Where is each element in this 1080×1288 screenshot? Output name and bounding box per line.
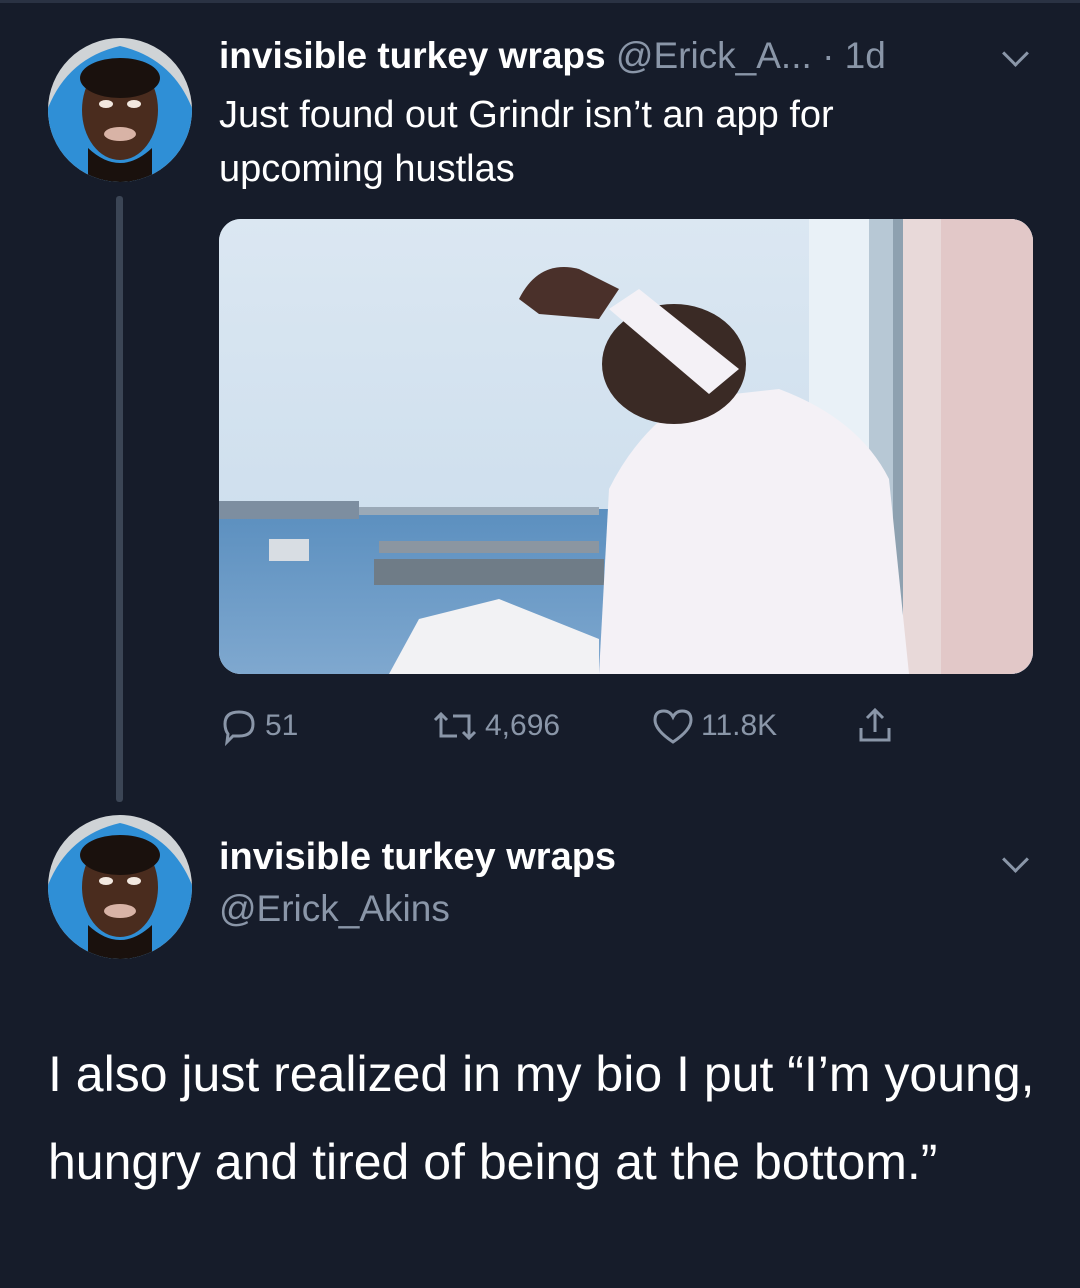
share-icon bbox=[859, 707, 891, 742]
handle[interactable]: @Erick_A... bbox=[616, 35, 812, 76]
tweet-thread-screen: invisible turkey wraps @Erick_A... · 1d … bbox=[0, 0, 1080, 1288]
thread-connector-line bbox=[116, 196, 123, 802]
reply-button[interactable]: 51 bbox=[219, 696, 298, 756]
chevron-down-icon[interactable] bbox=[1002, 846, 1029, 873]
display-name[interactable]: invisible turkey wraps bbox=[219, 834, 616, 880]
avatar[interactable] bbox=[48, 815, 192, 959]
heart-icon bbox=[653, 709, 693, 744]
top-divider bbox=[0, 0, 1080, 3]
display-name[interactable]: invisible turkey wraps bbox=[219, 35, 606, 76]
reply-tweet-text: I also just realized in my bio I put “I’… bbox=[48, 1046, 1035, 1190]
chevron-down-icon[interactable] bbox=[1002, 40, 1029, 67]
tweet-header: invisible turkey wraps @Erick_A... · 1d bbox=[219, 34, 886, 78]
tweet-actions: 51 4,696 11.8K bbox=[219, 696, 939, 756]
avatar[interactable] bbox=[48, 38, 192, 182]
retweet-count: 4,696 bbox=[485, 709, 561, 742]
retweet-icon bbox=[433, 711, 477, 741]
like-button[interactable]: 11.8K bbox=[651, 696, 777, 756]
timestamp[interactable]: · 1d bbox=[822, 35, 886, 76]
retweet-button[interactable]: 4,696 bbox=[431, 696, 560, 756]
tweet-media-photo[interactable] bbox=[219, 219, 1033, 674]
share-button[interactable] bbox=[855, 696, 901, 756]
reply-count: 51 bbox=[265, 709, 299, 742]
reply-icon bbox=[223, 710, 255, 746]
handle[interactable]: @Erick_Akins bbox=[219, 886, 450, 932]
like-count: 11.8K bbox=[701, 709, 778, 742]
tweet-text: Just found out Grindr isn’t an app for u… bbox=[219, 94, 834, 190]
